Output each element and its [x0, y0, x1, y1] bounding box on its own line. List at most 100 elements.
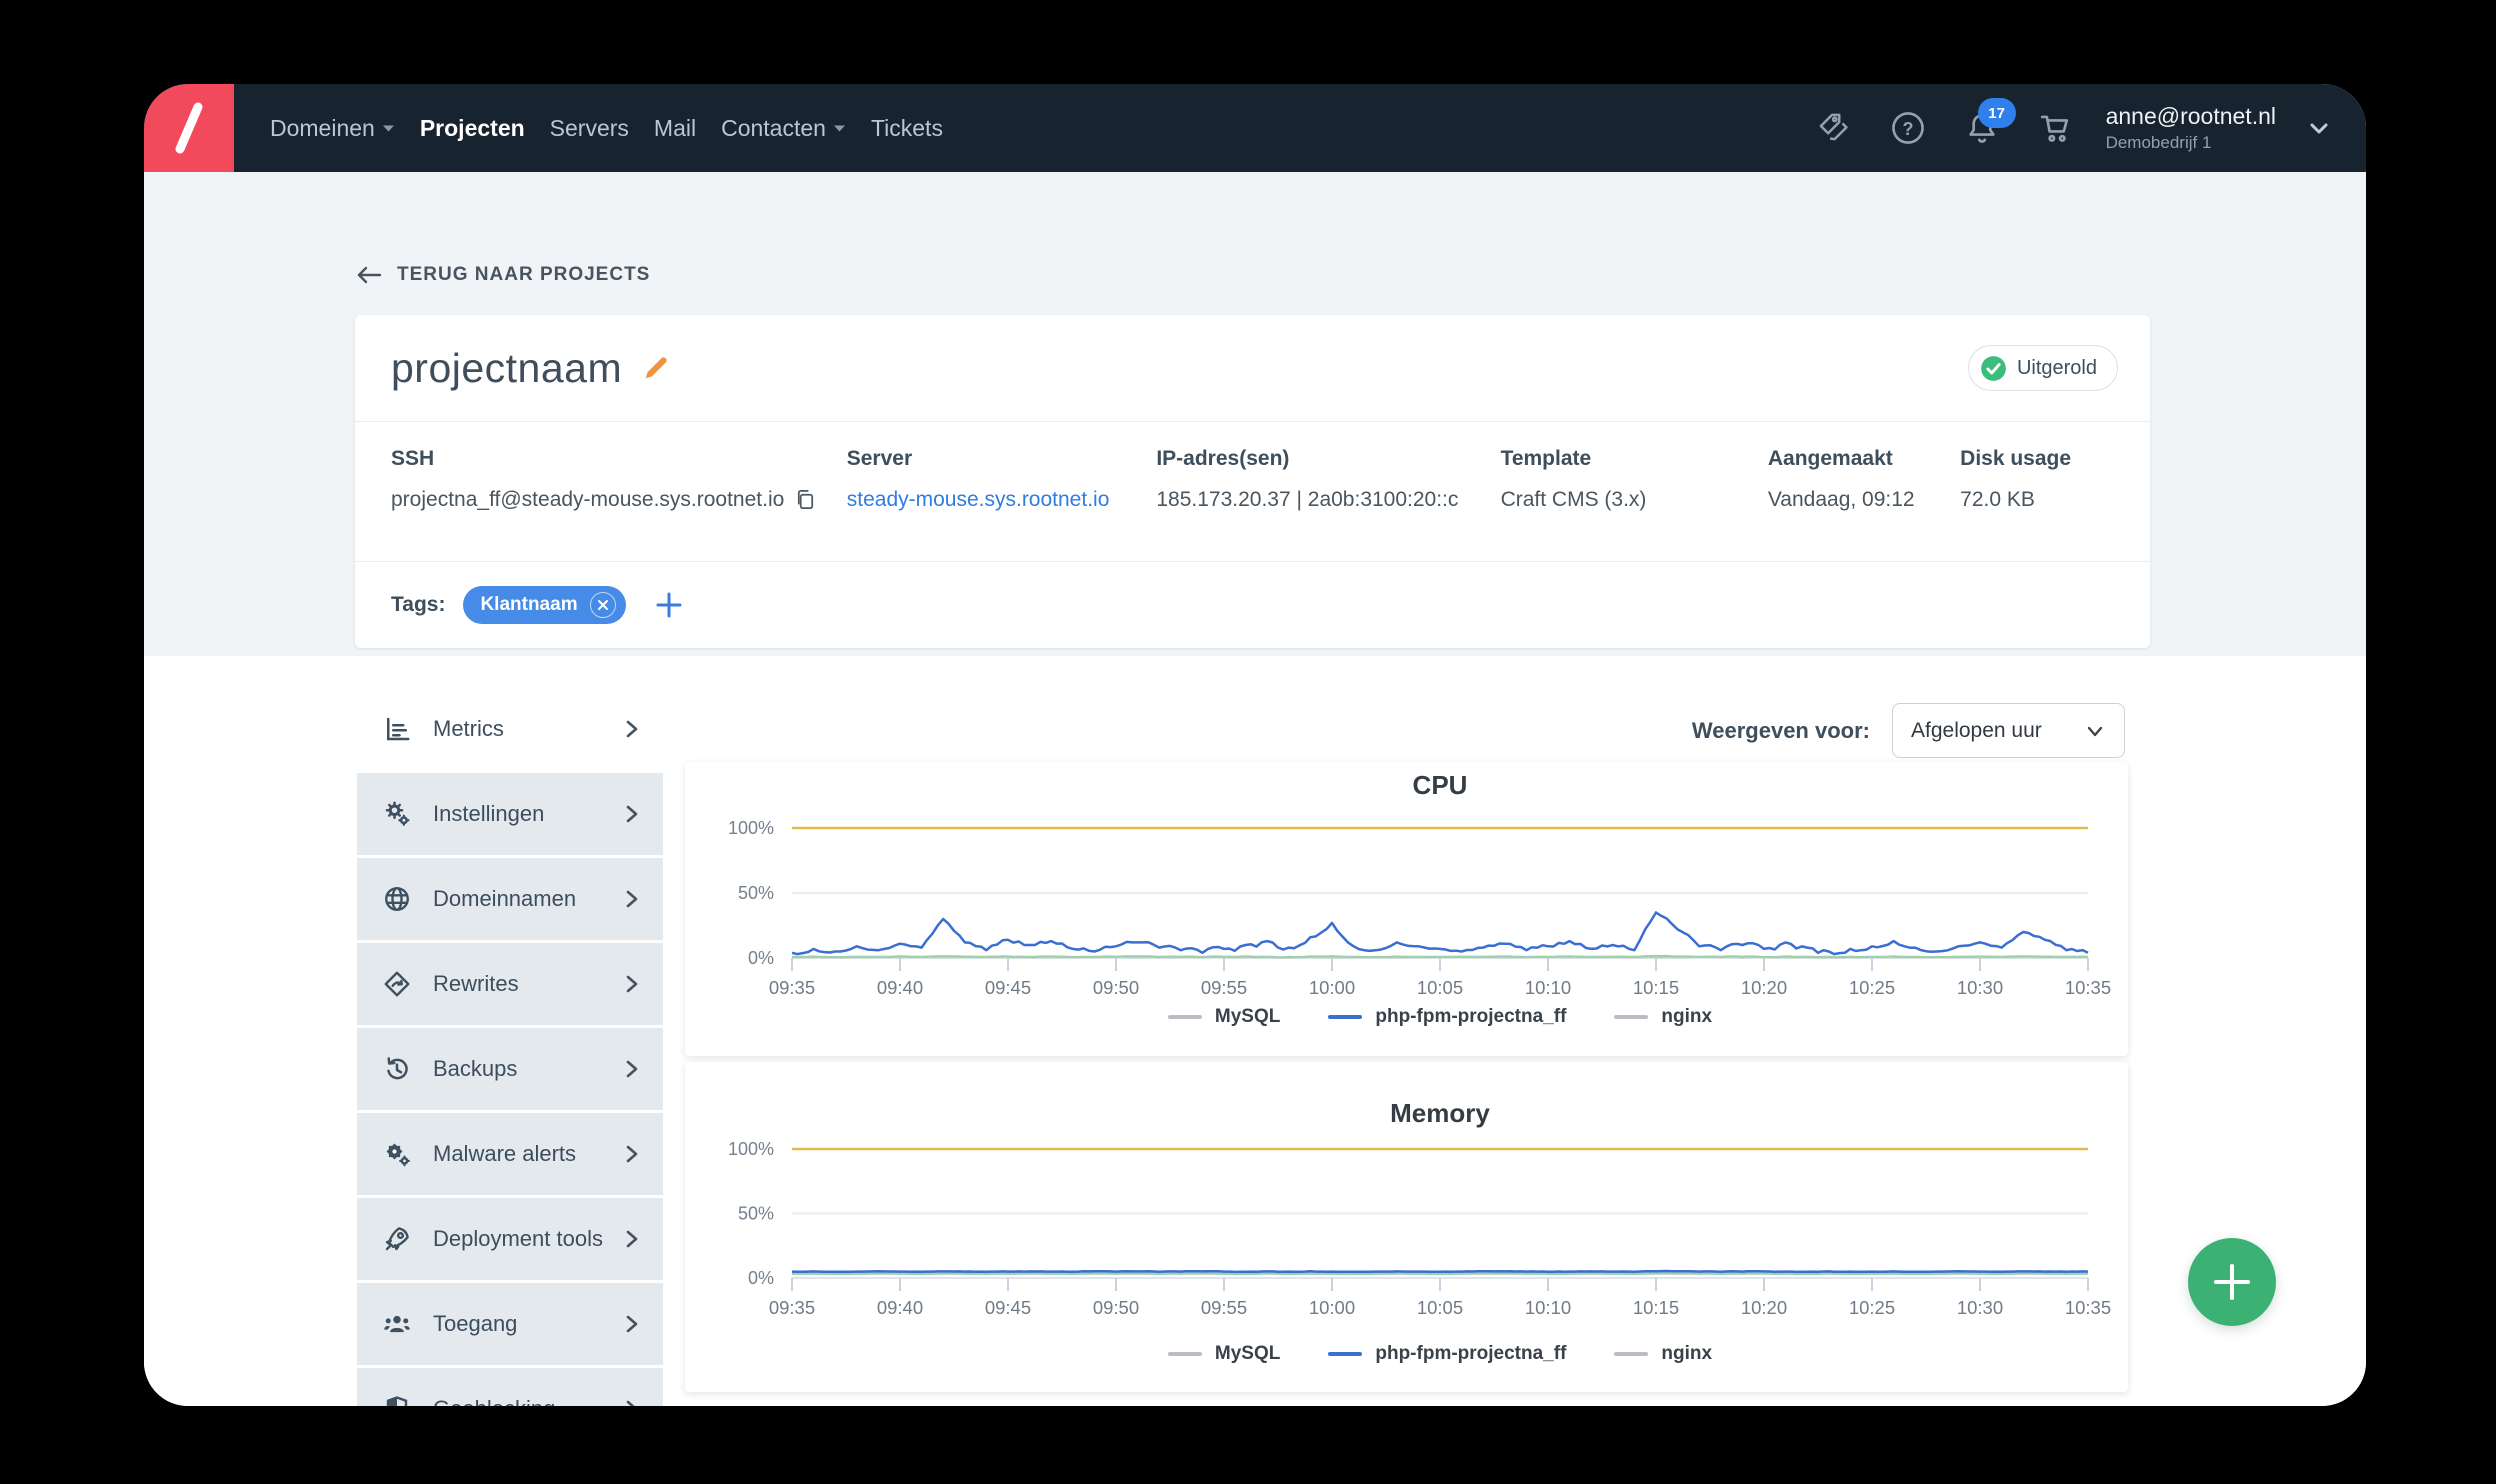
svg-text:10:35: 10:35: [2065, 977, 2111, 998]
sidebar-item-label: Deployment tools: [433, 1226, 603, 1251]
sidebar-item-label: Domeinnamen: [433, 886, 577, 911]
sidebar-item-label: Toegang: [433, 1311, 518, 1336]
period-label: Weergeven voor:: [1691, 717, 1870, 743]
sidebar-item-metrics[interactable]: Metrics: [357, 688, 663, 770]
field-label: Server: [846, 447, 913, 470]
nav-item-servers[interactable]: Servers: [550, 115, 629, 142]
svg-text:10:30: 10:30: [1957, 1297, 2003, 1318]
sidebar-item-deployment-tools[interactable]: Deployment tools: [357, 1198, 663, 1280]
legend-label: nginx: [1661, 1006, 1713, 1027]
nav-item-label: Tickets: [870, 114, 943, 141]
legend-swatch: [1328, 1015, 1363, 1019]
edit-icon[interactable]: [640, 353, 671, 384]
sidebar-item-toegang[interactable]: Toegang: [357, 1283, 663, 1365]
svg-text:10:25: 10:25: [1849, 1297, 1895, 1318]
svg-text:09:40: 09:40: [877, 977, 923, 998]
add-project-fab[interactable]: [2188, 1238, 2276, 1326]
legend-swatch: [1328, 1352, 1363, 1356]
sidebar-item-geoblocking[interactable]: Geoblocking: [357, 1368, 663, 1406]
slash-logo-icon: [175, 102, 203, 154]
project-info-row: SSH projectna_ff@steady-mouse.sys.rootnet…: [355, 422, 2150, 561]
svg-text:0%: 0%: [748, 948, 774, 968]
legend-label: MySQL: [1214, 1006, 1281, 1027]
legend-item-mysql[interactable]: MySQL: [1167, 1006, 1281, 1028]
tags-icon[interactable]: [1816, 110, 1852, 146]
sidebar-item-label: Malware alerts: [433, 1141, 577, 1166]
legend-label: php-fpm-projectna_ff: [1375, 1006, 1567, 1027]
svg-text:10:00: 10:00: [1309, 1297, 1355, 1318]
field-label: SSH: [391, 447, 435, 470]
sidebar-item-domeinnamen[interactable]: Domeinnamen: [357, 858, 663, 940]
plus-icon: [656, 592, 682, 618]
chart-legend: MySQL php-fpm-projectna_ff nginx: [792, 1006, 2088, 1028]
svg-text:?: ?: [1902, 119, 1913, 139]
legend-item-nginx[interactable]: nginx: [1614, 1343, 1712, 1365]
legend-label: MySQL: [1214, 1343, 1281, 1364]
copy-icon[interactable]: [794, 489, 817, 512]
tag-chip[interactable]: Klantnaam: [463, 586, 626, 624]
period-select[interactable]: Afgelopen uur: [1892, 703, 2125, 758]
memory-chart-card: Memory 09:35 09:40 09:45 09:50 09:55 10:00 10:0…: [685, 1062, 2128, 1392]
sidebar-item-malware-alerts[interactable]: Malware alerts: [357, 1113, 663, 1195]
remove-tag-icon[interactable]: [589, 592, 616, 618]
project-title-row: projectnaam Uitgerold: [355, 315, 2150, 421]
users-icon: [381, 1309, 413, 1339]
gears-icon: [381, 799, 413, 829]
check-circle-icon: [1981, 355, 2006, 381]
chevron-down-icon: [2087, 726, 2103, 736]
info-field-aangemaakt: Aangemaakt Vandaag, 09:12: [1768, 447, 1960, 561]
nav-item-contacten[interactable]: Contacten: [721, 115, 846, 142]
field-label: Template: [1500, 447, 1592, 470]
header-section: TERUG NAAR PROJECTS projectnaam Uitgerol…: [144, 172, 2366, 656]
account-menu[interactable]: anne@rootnet.nl Demobedrijf 1: [2106, 102, 2276, 154]
cart-icon[interactable]: [2038, 110, 2074, 146]
status-badge: Uitgerold: [1967, 345, 2118, 391]
chevron-right-icon: [623, 1056, 641, 1082]
rootnet-logo[interactable]: [144, 84, 234, 172]
nav-item-label: Domeinen: [270, 114, 375, 141]
account-chevron-down-icon[interactable]: [2306, 115, 2332, 141]
help-icon[interactable]: ?: [1890, 110, 1926, 146]
svg-text:10:10: 10:10: [1525, 1297, 1571, 1318]
field-value: Vandaag, 09:12: [1767, 488, 1915, 511]
add-tag-button[interactable]: [654, 590, 684, 620]
virus-icon: [381, 1139, 413, 1169]
nav-item-domeinen[interactable]: Domeinen: [270, 115, 395, 142]
globe-icon: [381, 884, 413, 914]
sidebar-item-label: Geoblocking: [433, 1396, 555, 1406]
svg-text:50%: 50%: [738, 1204, 774, 1224]
sidebar-item-label: Metrics: [433, 716, 504, 741]
chevron-right-icon: [623, 801, 641, 827]
breadcrumb[interactable]: TERUG NAAR PROJECTS: [355, 264, 650, 286]
nav-item-tickets[interactable]: Tickets: [871, 115, 943, 142]
chevron-right-icon: [623, 1396, 641, 1406]
legend-swatch: [1167, 1352, 1202, 1356]
chevron-right-icon: [623, 1311, 641, 1337]
notifications-bell-icon[interactable]: 17: [1964, 98, 2016, 146]
svg-text:09:50: 09:50: [1093, 977, 1139, 998]
notification-badge: 17: [1977, 98, 2016, 128]
info-field-server: Server steady-mouse.sys.rootnet.io: [847, 447, 1157, 561]
caret-down-icon: [382, 125, 394, 131]
legend-item-nginx[interactable]: nginx: [1614, 1006, 1712, 1028]
field-value[interactable]: steady-mouse.sys.rootnet.io: [847, 488, 1157, 512]
legend-item-mysql[interactable]: MySQL: [1167, 1343, 1281, 1365]
tags-label: Tags:: [391, 593, 446, 616]
period-select-value: Afgelopen uur: [1911, 718, 2042, 742]
sidebar-item-rewrites[interactable]: Rewrites: [357, 943, 663, 1025]
top-navbar: Domeinen Projecten Servers Mail Contacten Tic…: [144, 84, 2366, 172]
legend-item-php-fpm-projectna_ff[interactable]: php-fpm-projectna_ff: [1328, 1006, 1566, 1028]
sidebar-item-backups[interactable]: Backups: [357, 1028, 663, 1110]
svg-text:10:10: 10:10: [1525, 977, 1571, 998]
chevron-right-icon: [623, 1141, 641, 1167]
chart-title: Memory: [1390, 1098, 1490, 1128]
nav-item-mail[interactable]: Mail: [654, 115, 696, 142]
legend-item-php-fpm-projectna_ff[interactable]: php-fpm-projectna_ff: [1328, 1343, 1566, 1365]
sidebar-item-label: Instellingen: [433, 801, 545, 826]
nav-item-projecten[interactable]: Projecten: [420, 115, 525, 142]
desktop-background: Domeinen Projecten Servers Mail Contacten Tic…: [0, 0, 2496, 1484]
sidebar-item-instellingen[interactable]: Instellingen: [357, 773, 663, 855]
info-field-ssh: SSH projectna_ff@steady-mouse.sys.rootnet…: [391, 447, 847, 561]
field-label: Aangemaakt: [1767, 447, 1893, 470]
app-window: Domeinen Projecten Servers Mail Contacten Tic…: [144, 84, 2366, 1406]
